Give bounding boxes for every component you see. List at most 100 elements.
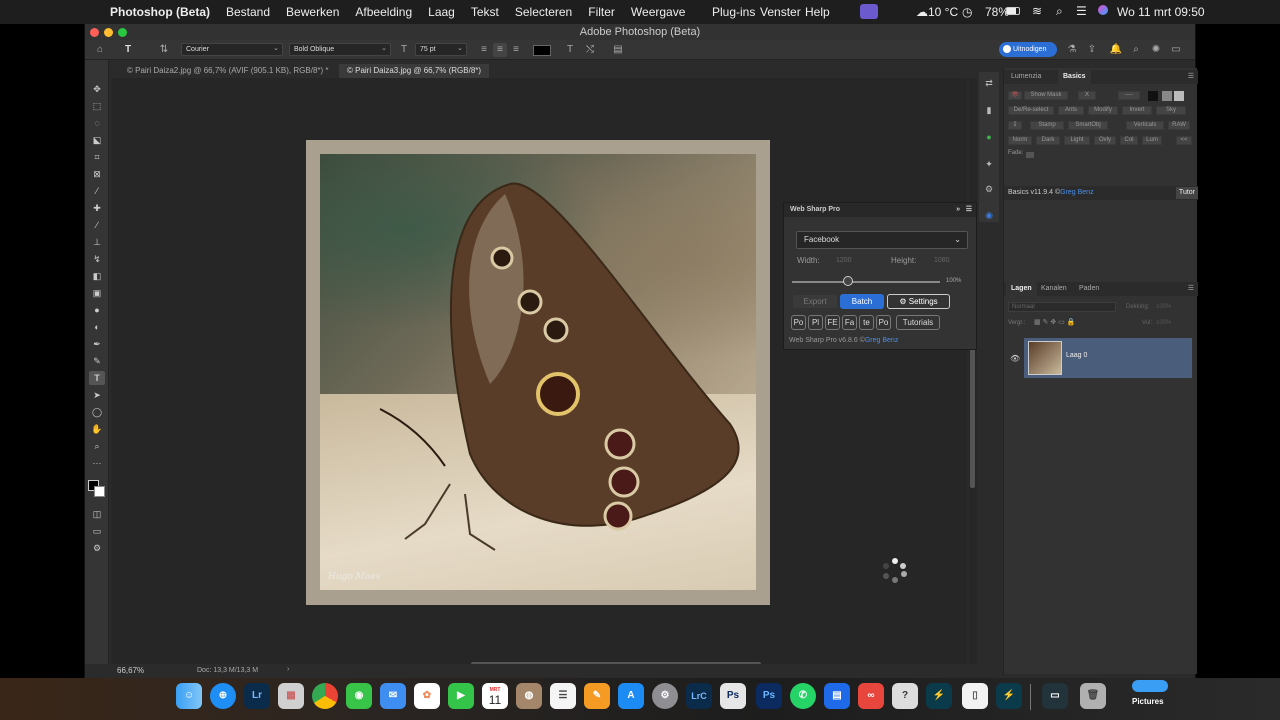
align-left-icon[interactable]: ≡ — [477, 43, 491, 57]
control-center-icon[interactable]: ☰ — [1076, 4, 1087, 18]
modify-button[interactable]: Modify — [1088, 106, 1118, 115]
layer-name[interactable]: Laag 0 — [1066, 352, 1087, 359]
siri-icon[interactable] — [1098, 5, 1108, 15]
align-right-icon[interactable]: ≡ — [509, 43, 523, 57]
canvas-area[interactable]: Hugo Maes — [111, 78, 967, 666]
export-share-icon[interactable]: ⇪ — [1085, 43, 1099, 57]
character-panel-icon[interactable]: ⤭ — [583, 43, 597, 57]
menu-selecteren[interactable]: Selecteren — [515, 5, 572, 19]
wsp-header[interactable]: Web Sharp Pro » ☰ — [784, 203, 976, 217]
whatsapp-app-icon[interactable]: ✆ — [790, 683, 816, 709]
home-icon[interactable]: ⌂ — [93, 43, 107, 57]
quick-mask-icon[interactable]: ◫ — [89, 507, 105, 521]
wifi-icon[interactable]: ≋ — [1032, 4, 1042, 18]
screen-recording-icon[interactable]: ▭ — [1042, 683, 1068, 709]
swatch-lightgray[interactable] — [1174, 91, 1184, 101]
preview-app-icon[interactable]: ? — [892, 683, 918, 709]
align-center-icon[interactable]: ≡ — [493, 43, 507, 57]
object-select-tool-icon[interactable]: ⬕ — [89, 133, 105, 147]
ovly-button[interactable]: Ovly — [1094, 136, 1116, 145]
clock-status-icon[interactable]: ◷ — [962, 5, 972, 19]
temperature-label[interactable]: 10 °C — [928, 5, 958, 19]
light-button[interactable]: Light — [1064, 136, 1090, 145]
preset-select[interactable]: Facebook ⌄ — [796, 231, 968, 249]
eyedropper-tool-icon[interactable]: ⁄ — [89, 184, 105, 198]
eraser-tool-icon[interactable]: ◧ — [89, 269, 105, 283]
extra-tool-icon[interactable]: ⚙ — [89, 541, 105, 555]
dark-button[interactable]: Dark — [1036, 136, 1060, 145]
platform-button-6[interactable]: Po — [876, 315, 891, 330]
smartobj-button[interactable]: SmartObj — [1068, 121, 1108, 130]
trash-icon[interactable]: 🗑 — [1080, 683, 1106, 709]
verticals-button[interactable]: Verticals — [1126, 121, 1164, 130]
menu-bestand[interactable]: Bestand — [226, 5, 270, 19]
lightroom-app-icon[interactable]: Lr — [244, 683, 270, 709]
opacity-value[interactable]: 100% — [1156, 304, 1171, 310]
workspace-icon[interactable]: ▭ — [1169, 43, 1183, 57]
adjustments-icon[interactable]: ⇄ — [983, 78, 995, 90]
lock-icons[interactable]: ▦ ✎ ✥ ▭ 🔒 — [1034, 318, 1075, 326]
search-icon[interactable]: ⌕ — [1056, 4, 1063, 19]
dodge-tool-icon[interactable]: ◐ — [89, 320, 105, 334]
menu-filter[interactable]: Filter — [588, 5, 615, 19]
launchpad-app-icon[interactable]: ▦ — [278, 683, 304, 709]
discover-icon[interactable]: ✺ — [1149, 43, 1163, 57]
chrome-app-icon[interactable] — [312, 683, 338, 709]
x-button[interactable]: X — [1078, 91, 1096, 100]
battery-icon[interactable] — [1006, 7, 1020, 15]
flask-icon[interactable]: ⚗ — [1065, 43, 1079, 57]
deselect-button[interactable]: De/Re-select — [1008, 106, 1054, 115]
pictures-folder-label[interactable]: Pictures — [1132, 697, 1164, 706]
system-settings-icon[interactable]: ⚙ — [652, 683, 678, 709]
3d-icon[interactable]: ▤ — [611, 43, 625, 57]
crop-tool-icon[interactable]: ⌗ — [89, 150, 105, 164]
lum-button[interactable]: Lum — [1142, 136, 1162, 145]
pen2-tool-icon[interactable]: ✎ — [89, 354, 105, 368]
stamp-tool-icon[interactable]: ⊥ — [89, 235, 105, 249]
history-brush-icon[interactable]: ↯ — [89, 252, 105, 266]
screen-share-icon[interactable] — [860, 4, 878, 19]
shape-tool-icon[interactable]: ◯ — [89, 405, 105, 419]
brush-tool-icon[interactable]: ∕ — [89, 218, 105, 232]
path-select-tool-icon[interactable]: ➤ — [89, 388, 105, 402]
font-style-select[interactable]: Bold Oblique ⌄ — [289, 43, 391, 56]
export-button[interactable]: Export — [792, 294, 838, 309]
screen-mode-icon[interactable]: ▭ — [89, 524, 105, 538]
search-icon[interactable]: ⌕ — [1129, 43, 1143, 57]
blur-tool-icon[interactable]: ● — [89, 303, 105, 317]
font-family-select[interactable]: Courier ⌄ — [181, 43, 283, 56]
batch-button[interactable]: Batch — [840, 294, 884, 309]
reminders-app-icon[interactable]: ☰ — [550, 683, 576, 709]
blend-mode-select[interactable]: Normaal — [1008, 302, 1116, 312]
clock-label[interactable]: Wo 11 mrt 09:50 — [1117, 5, 1205, 19]
visibility-eye-icon[interactable]: 👁 — [1010, 354, 1020, 363]
move-tool-icon[interactable]: ✥ — [89, 82, 105, 96]
affinity-app-icon[interactable]: ⚡ — [926, 683, 952, 709]
text-color-swatch[interactable] — [533, 45, 551, 56]
show-mask-eye-button[interactable]: 👁 — [1008, 91, 1022, 100]
tab-pairi-daiza2[interactable]: © Pairi Daiza2.jpg @ 66,7% (AVIF (905.1 … — [119, 64, 337, 78]
menu-tekst[interactable]: Tekst — [471, 5, 499, 19]
doc-info[interactable]: Doc: 13,3 M/13,3 M — [197, 667, 258, 674]
show-mask-button[interactable]: Show Mask — [1024, 91, 1068, 100]
frame-tool-icon[interactable]: ⊠ — [89, 167, 105, 181]
photos-app-icon[interactable]: ✿ — [414, 683, 440, 709]
close-button[interactable] — [90, 28, 99, 37]
finder-app-icon[interactable]: ☺ — [176, 683, 202, 709]
ants-button[interactable]: Ants — [1058, 106, 1084, 115]
more-tools-icon[interactable]: ··· — [89, 456, 105, 470]
vertical-scrollbar[interactable] — [969, 78, 977, 664]
weather-icon[interactable]: ☁ — [916, 5, 928, 19]
keynote-app-icon[interactable]: ▤ — [824, 683, 850, 709]
photoshop-app-icon[interactable]: Ps — [756, 683, 782, 709]
properties-icon[interactable]: ⚙ — [983, 184, 995, 196]
tab-kanalen[interactable]: Kanalen — [1036, 282, 1072, 296]
type-tool-preset-icon[interactable]: T — [121, 43, 135, 57]
hand-tool-icon[interactable]: ✋ — [89, 422, 105, 436]
settings-button[interactable]: ⚙ Settings — [887, 294, 950, 309]
document-icon[interactable]: ▯ — [962, 683, 988, 709]
pen-tool-icon[interactable]: ✒ — [89, 337, 105, 351]
panel-menu-icon[interactable]: ☰ — [1188, 284, 1194, 292]
tutorials-button[interactable]: Tutor — [1175, 187, 1198, 199]
tab-lumenzia[interactable]: Lumenzia — [1006, 70, 1046, 84]
